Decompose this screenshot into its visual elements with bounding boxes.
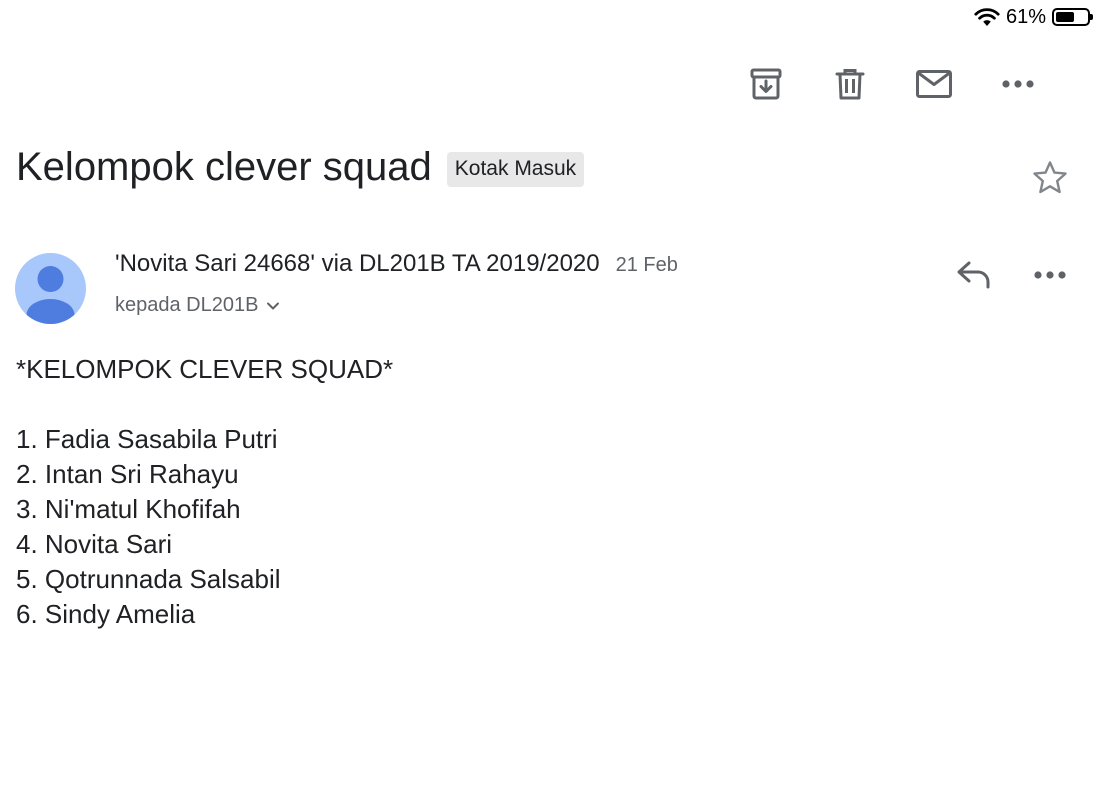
mail-icon <box>915 68 953 100</box>
reply-icon <box>956 259 992 294</box>
list-item: 4. Novita Sari <box>16 529 173 559</box>
reply-button[interactable] <box>952 254 996 298</box>
list-item: 5. Qotrunnada Salsabil <box>16 564 281 594</box>
sender-line: 'Novita Sari 24668' via DL201B TA 2019/2… <box>115 250 678 278</box>
more-icon <box>1034 267 1066 285</box>
list-item: 1. Fadia Sasabila Putri <box>16 424 278 454</box>
message-more-button[interactable] <box>1028 254 1072 298</box>
star-button[interactable] <box>1030 158 1070 198</box>
more-options-button[interactable] <box>976 62 1060 106</box>
more-icon <box>1002 79 1034 89</box>
trash-icon <box>833 67 867 101</box>
sender-avatar[interactable] <box>15 253 86 324</box>
subject-row: Kelompok clever squad Kotak Masuk <box>16 145 585 190</box>
chevron-down-icon <box>258 294 280 317</box>
recipient-text: kepada DL201B <box>115 294 259 316</box>
wifi-icon <box>974 7 1000 27</box>
battery-icon <box>1052 8 1093 26</box>
mark-unread-button[interactable] <box>892 62 976 106</box>
email-subject: Kelompok clever squad <box>16 145 432 189</box>
list-item: 3. Ni'matul Khofifah <box>16 494 241 524</box>
email-toolbar <box>724 62 1060 106</box>
delete-button[interactable] <box>808 62 892 106</box>
recipient-details-toggle[interactable]: kepada DL201B <box>115 294 280 317</box>
battery-percentage: 61% <box>1005 5 1046 28</box>
star-icon <box>1030 161 1070 202</box>
body-heading: *KELOMPOK CLEVER SQUAD* <box>16 354 394 384</box>
person-icon <box>26 266 75 324</box>
sender-name[interactable]: 'Novita Sari 24668' via DL201B TA 2019/2… <box>115 250 600 278</box>
status-bar: 61% <box>974 4 1093 30</box>
list-item: 6. Sindy Amelia <box>16 599 196 629</box>
archive-button[interactable] <box>724 62 808 106</box>
inbox-label-chip[interactable]: Kotak Masuk <box>446 152 585 187</box>
sent-date: 21 Feb <box>615 254 678 276</box>
message-body: *KELOMPOK CLEVER SQUAD* 1. Fadia Sasabil… <box>16 352 393 632</box>
list-item: 2. Intan Sri Rahayu <box>16 459 239 489</box>
archive-icon <box>749 67 783 101</box>
email-view: 61% Kelompok clever squad Kotak Masuk 'N… <box>0 0 1100 800</box>
